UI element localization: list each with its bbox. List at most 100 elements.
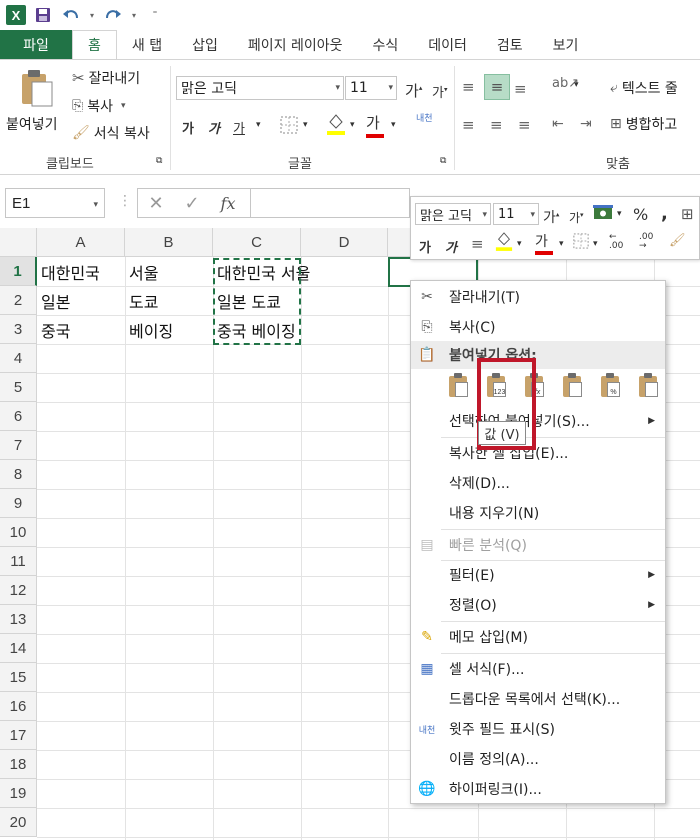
mini-accounting-dropdown-icon[interactable]: ▾	[617, 209, 622, 219]
cell-a2[interactable]: 일본	[37, 286, 70, 315]
mini-border-dropdown-icon[interactable]: ▾	[593, 239, 598, 249]
insert-function-icon[interactable]: fx	[210, 194, 246, 213]
undo-dropdown-icon[interactable]: ▾	[88, 4, 96, 26]
align-center-button[interactable]: ≡	[490, 116, 503, 134]
row-header-20[interactable]: 20	[0, 808, 37, 837]
mini-accounting-button[interactable]	[593, 205, 613, 225]
mini-italic-button[interactable]: 가	[445, 237, 457, 256]
phonetic-button[interactable]: 내천	[416, 114, 433, 124]
menu-item-phonetic[interactable]: 내천 윗주 필드 표시(S)	[411, 715, 665, 743]
menu-item-clear[interactable]: 내용 지우기(N)	[411, 499, 665, 527]
bold-button[interactable]: 가	[182, 118, 194, 137]
menu-item-copy[interactable]: ⎘ 복사(C)	[411, 313, 665, 341]
mini-percent-button[interactable]: %	[633, 205, 648, 224]
mini-decrease-decimal-button[interactable]: .00 →	[639, 233, 653, 251]
font-color-dropdown-icon[interactable]: ▾	[391, 120, 396, 130]
splitter-icon[interactable]: ⋮	[118, 193, 132, 209]
row-header-12[interactable]: 12	[0, 576, 37, 605]
cut-button[interactable]: ✂ 잘라내기	[72, 68, 140, 88]
column-header-a[interactable]: A	[37, 228, 125, 257]
decrease-indent-button[interactable]: ⇤	[552, 116, 564, 132]
row-header-14[interactable]: 14	[0, 634, 37, 663]
menu-item-format-cells[interactable]: ▦ 셀 서식(F)...	[411, 655, 665, 683]
grow-font-button[interactable]: 가▴	[405, 80, 422, 101]
increase-indent-button[interactable]: ⇥	[580, 116, 592, 132]
select-all-corner[interactable]	[0, 228, 37, 257]
italic-button[interactable]: 가	[208, 118, 220, 137]
mini-fill-color-button[interactable]	[495, 230, 513, 256]
align-top-button[interactable]: ≡	[462, 78, 475, 96]
align-left-button[interactable]: ≡	[462, 116, 475, 134]
mini-comma-button[interactable]: ,	[661, 203, 668, 224]
menu-item-hyperlink[interactable]: 🌐 하이퍼링크(I)...	[411, 775, 665, 803]
tab-formulas[interactable]: 수식	[358, 30, 414, 59]
tab-home[interactable]: 홈	[72, 30, 117, 59]
row-header-18[interactable]: 18	[0, 750, 37, 779]
paste-formatting-icon[interactable]: %	[599, 373, 623, 399]
format-painter-button[interactable]: 🖌 서식 복사	[72, 123, 150, 143]
row-header-5[interactable]: 5	[0, 373, 37, 402]
menu-item-insert-comment[interactable]: ✎ 메모 삽입(M)	[411, 623, 665, 651]
row-header-13[interactable]: 13	[0, 605, 37, 634]
font-name-combo[interactable]: 맑은 고딕 ▾	[176, 76, 344, 100]
paste-transpose-icon[interactable]	[561, 373, 585, 399]
wrap-text-button[interactable]: ⤶ 텍스트 줄	[610, 78, 678, 98]
underline-button[interactable]: 가	[233, 118, 245, 137]
mini-increase-decimal-button[interactable]: ← .00	[609, 233, 623, 251]
fill-color-button[interactable]	[326, 112, 346, 140]
menu-item-define-name[interactable]: 이름 정의(A)...	[411, 745, 665, 773]
row-header-11[interactable]: 11	[0, 547, 37, 576]
mini-font-color-dropdown-icon[interactable]: ▾	[559, 239, 564, 249]
paste-link-icon[interactable]	[637, 373, 661, 399]
mini-size-combo[interactable]: 11 ▾	[493, 203, 539, 225]
redo-icon[interactable]	[102, 4, 124, 26]
formula-input[interactable]	[250, 188, 410, 218]
mini-format-painter-button[interactable]: 🖌	[669, 233, 686, 248]
row-header-10[interactable]: 10	[0, 518, 37, 547]
row-header-8[interactable]: 8	[0, 460, 37, 489]
shrink-font-button[interactable]: 가▾	[432, 82, 447, 101]
align-right-button[interactable]: ≡	[518, 116, 531, 134]
mini-bold-button[interactable]: 가	[419, 237, 431, 256]
mini-font-combo[interactable]: 맑은 고딕 ▾	[415, 203, 491, 225]
tab-insert[interactable]: 삽입	[177, 30, 233, 59]
fill-color-dropdown-icon[interactable]: ▾	[350, 120, 355, 130]
tab-review[interactable]: 검토	[482, 30, 538, 59]
row-header-3[interactable]: 3	[0, 315, 37, 344]
cell-a3[interactable]: 중국	[37, 315, 70, 344]
underline-dropdown-icon[interactable]: ▾	[256, 120, 261, 130]
mini-border-button[interactable]	[573, 233, 589, 253]
menu-item-cut[interactable]: ✂ 잘라내기(T)	[411, 283, 665, 311]
cancel-icon[interactable]: ✕	[138, 193, 174, 214]
cell-b1[interactable]: 서울	[125, 257, 158, 286]
cell-b3[interactable]: 베이징	[125, 315, 173, 344]
font-launcher-icon[interactable]: ⧉	[440, 156, 446, 166]
font-color-button[interactable]: 가	[366, 112, 384, 138]
cell-a1[interactable]: 대한민국	[37, 257, 100, 286]
paste-button[interactable]: 붙여넣기	[4, 66, 66, 138]
menu-item-paste-special[interactable]: 선택하여 붙여넣기(S)... ▶	[411, 407, 665, 435]
row-header-15[interactable]: 15	[0, 663, 37, 692]
column-header-c[interactable]: C	[213, 228, 301, 257]
enter-icon[interactable]: ✓	[174, 193, 210, 214]
font-size-combo[interactable]: 11 ▾	[345, 76, 397, 100]
copy-button[interactable]: ⎘ 복사 ▾	[72, 96, 126, 116]
menu-item-filter[interactable]: 필터(E) ▶	[411, 561, 665, 589]
row-header-4[interactable]: 4	[0, 344, 37, 373]
menu-item-delete[interactable]: 삭제(D)...	[411, 469, 665, 497]
merge-center-button[interactable]: ⊞ 병합하고	[610, 114, 677, 134]
menu-item-dropdown-list[interactable]: 드롭다운 목록에서 선택(K)...	[411, 685, 665, 713]
mini-fill-dropdown-icon[interactable]: ▾	[517, 239, 522, 249]
tab-page-layout[interactable]: 페이지 레이아웃	[233, 30, 358, 59]
tab-view[interactable]: 보기	[538, 30, 594, 59]
menu-item-insert-copied[interactable]: 복사한 셀 삽입(E)...	[411, 439, 665, 467]
row-header-17[interactable]: 17	[0, 721, 37, 750]
tab-file[interactable]: 파일	[0, 30, 72, 59]
column-header-b[interactable]: B	[125, 228, 213, 257]
row-header-6[interactable]: 6	[0, 402, 37, 431]
undo-icon[interactable]	[60, 4, 82, 26]
column-header-d[interactable]: D	[301, 228, 388, 257]
save-icon[interactable]	[32, 4, 54, 26]
row-header-16[interactable]: 16	[0, 692, 37, 721]
mini-grow-font-button[interactable]: 가▴	[543, 207, 559, 227]
